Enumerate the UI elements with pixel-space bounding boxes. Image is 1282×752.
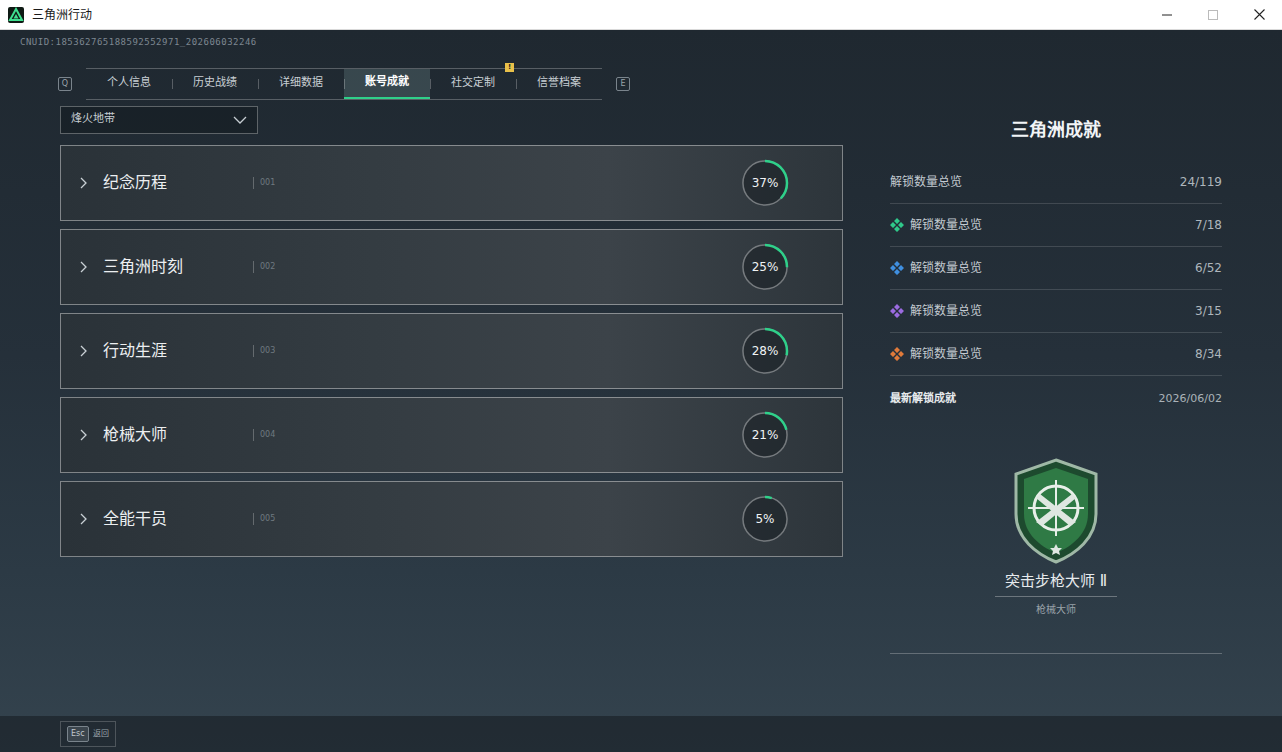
category-panel: 烽火地带纪念历程00137%三角洲时刻00225%行动生涯00328%枪械大师0… <box>60 106 843 717</box>
prev-key[interactable]: Q <box>58 77 72 91</box>
achievement-category: 枪械大师 <box>1036 602 1076 617</box>
tab-list: 个人信息 历史战绩 详细数据 账号成就 社交定制! 信誉档案 <box>86 68 602 100</box>
summary-row: 解锁数量总览 7/18 <box>890 204 1222 247</box>
summary-row: 解锁数量总览 8/34 <box>890 333 1222 376</box>
back-button[interactable]: Esc 返回 <box>60 721 116 747</box>
chevron-right-icon <box>77 429 89 441</box>
rarity-icon <box>890 218 904 232</box>
category-row[interactable]: 枪械大师004 21% <box>60 397 843 473</box>
category-title: 枪械大师 <box>103 423 253 447</box>
summary-panel: 三角洲成就解锁数量总览24/119解锁数量总览7/18解锁数量总览6/52解锁数… <box>890 106 1222 717</box>
tab-bar: Q 个人信息 历史战绩 详细数据 账号成就 社交定制! 信誉档案 E <box>58 68 1282 100</box>
rarity-icon <box>890 261 904 275</box>
latest-label: 最新解锁成就 <box>890 391 956 408</box>
summary-title: 三角洲成就 <box>890 116 1222 143</box>
tab[interactable]: 社交定制! <box>430 69 516 99</box>
back-label: 返回 <box>93 728 109 740</box>
window-title: 三角洲行动 <box>32 6 92 24</box>
divider <box>890 653 1222 654</box>
rarity-icon <box>890 304 904 318</box>
footer-bar: Esc 返回 <box>0 716 1282 752</box>
category-row[interactable]: 行动生涯003 28% <box>60 313 843 389</box>
summary-row: 解锁数量总览 24/119 <box>890 161 1222 204</box>
tab-label: 历史战绩 <box>193 75 237 92</box>
summary-label: 解锁数量总览 <box>890 173 962 191</box>
minimize-icon[interactable] <box>1144 0 1190 30</box>
summary-value: 8/34 <box>1195 345 1222 363</box>
category-code: 004 <box>253 429 275 441</box>
category-title: 纪念历程 <box>103 171 253 195</box>
tab[interactable]: 信誉档案 <box>516 69 602 99</box>
category-title: 三角洲时刻 <box>103 255 253 279</box>
summary-value: 24/119 <box>1180 173 1222 191</box>
progress-reading: 28% <box>740 326 790 376</box>
tab[interactable]: 个人信息 <box>86 69 172 99</box>
next-key[interactable]: E <box>616 77 630 91</box>
category-row[interactable]: 全能干员005 5% <box>60 481 843 557</box>
category-code: 002 <box>253 261 275 273</box>
main-area: 烽火地带纪念历程00137%三角洲时刻00225%行动生涯00328%枪械大师0… <box>0 100 1282 717</box>
latest-achievement[interactable]: 突击步枪大师 Ⅱ 枪械大师 <box>890 410 1222 618</box>
summary-value: 7/18 <box>1195 216 1222 234</box>
latest-date: 2026/06/02 <box>1159 391 1222 408</box>
summary-label: 解锁数量总览 <box>910 259 982 277</box>
progress-ring: 37% <box>740 158 790 208</box>
tab-badge: ! <box>505 63 514 72</box>
category-row[interactable]: 三角洲时刻002 25% <box>60 229 843 305</box>
category-code: 001 <box>253 177 275 189</box>
tab-label: 社交定制 <box>451 75 495 92</box>
maximize-icon <box>1190 0 1236 30</box>
tab[interactable]: 详细数据 <box>258 69 344 99</box>
category-title: 行动生涯 <box>103 339 253 363</box>
summary-row: 解锁数量总览 3/15 <box>890 290 1222 333</box>
progress-ring: 25% <box>740 242 790 292</box>
title-bar: 三角洲行动 <box>0 0 1282 30</box>
chevron-right-icon <box>77 345 89 357</box>
uid-label: CNUID:185362765188592552971_202606032246 <box>0 30 1282 50</box>
tab-label: 详细数据 <box>279 75 323 92</box>
tab[interactable]: 账号成就 <box>344 69 430 99</box>
summary-value: 6/52 <box>1195 259 1222 277</box>
rarity-icon <box>890 347 904 361</box>
achievement-name: 突击步枪大师 Ⅱ <box>995 570 1117 598</box>
progress-reading: 21% <box>740 410 790 460</box>
app-logo-icon <box>8 7 24 23</box>
window-controls <box>1144 0 1282 30</box>
summary-label: 解锁数量总览 <box>910 216 982 234</box>
summary-row: 解锁数量总览 6/52 <box>890 247 1222 290</box>
tab-label: 账号成就 <box>365 74 409 91</box>
tab-label: 个人信息 <box>107 75 151 92</box>
mode-value: 烽火地带 <box>71 111 115 128</box>
progress-ring: 28% <box>740 326 790 376</box>
latest-header: 最新解锁成就 2026/06/02 <box>890 390 1222 410</box>
achievement-badge-icon <box>1006 456 1106 566</box>
tab-label: 信誉档案 <box>537 75 581 92</box>
esc-key: Esc <box>67 726 89 742</box>
close-icon[interactable] <box>1236 0 1282 30</box>
progress-reading: 25% <box>740 242 790 292</box>
progress-reading: 37% <box>740 158 790 208</box>
chevron-right-icon <box>77 513 89 525</box>
category-code: 003 <box>253 345 275 357</box>
category-title: 全能干员 <box>103 507 253 531</box>
game-screen: CNUID:185362765188592552971_202606032246… <box>0 30 1282 752</box>
progress-ring: 5% <box>740 494 790 544</box>
progress-ring: 21% <box>740 410 790 460</box>
tab[interactable]: 历史战绩 <box>172 69 258 99</box>
category-code: 005 <box>253 513 275 525</box>
mode-dropdown[interactable]: 烽火地带 <box>60 106 258 134</box>
chevron-down-icon <box>233 116 247 124</box>
summary-label: 解锁数量总览 <box>910 345 982 363</box>
category-row[interactable]: 纪念历程001 37% <box>60 145 843 221</box>
chevron-right-icon <box>77 261 89 273</box>
progress-reading: 5% <box>740 494 790 544</box>
summary-label: 解锁数量总览 <box>910 302 982 320</box>
summary-value: 3/15 <box>1195 302 1222 320</box>
chevron-right-icon <box>77 177 89 189</box>
